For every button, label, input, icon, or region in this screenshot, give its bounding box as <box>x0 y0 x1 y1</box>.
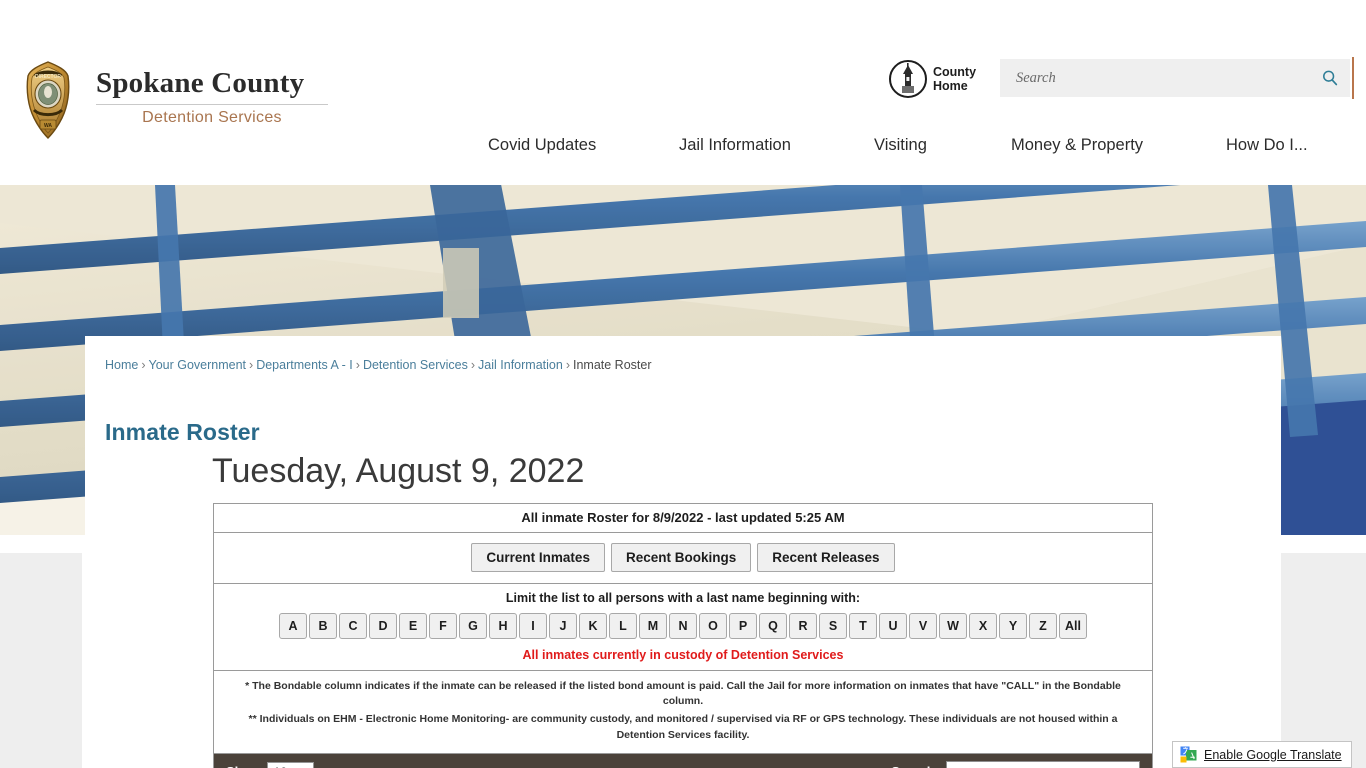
note-bondable: * The Bondable column indicates if the i… <box>245 680 1121 708</box>
page-root: DIRECTOR W A Spokane County Detention Ser… <box>0 0 1366 768</box>
letter-filter-q[interactable]: Q <box>759 613 787 639</box>
left-gutter <box>0 553 82 768</box>
page-length-select[interactable]: 102550100 <box>266 761 314 768</box>
letter-filter-label: Limit the list to all persons with a las… <box>505 591 861 605</box>
roster-controls-bar: Show 102550100 names Search: <box>214 753 1152 768</box>
page-title: Inmate Roster <box>105 419 260 446</box>
letter-filter-z[interactable]: Z <box>1029 613 1057 639</box>
enable-google-translate-label: Enable Google Translate <box>1204 747 1342 762</box>
nav-item-money-property[interactable]: Money & Property <box>1011 128 1143 162</box>
roster-title: All inmate Roster for 8/9/2022 - last up… <box>521 510 845 525</box>
site-search <box>1000 59 1350 97</box>
breadcrumb-separator: › <box>470 358 476 372</box>
breadcrumb-item-departments-a-i[interactable]: Departments A - I <box>256 358 353 372</box>
search-icon <box>1323 70 1338 86</box>
breadcrumb-separator: › <box>249 358 254 372</box>
table-search-control: Search: <box>891 760 1140 768</box>
letter-filter-h[interactable]: H <box>489 613 517 639</box>
breadcrumb-item-current: Inmate Roster <box>572 358 652 372</box>
custody-notice: All inmates currently in custody of Dete… <box>522 648 844 662</box>
brand-text-block: Spokane County Detention Services <box>96 60 328 127</box>
letter-filter-w[interactable]: W <box>939 613 967 639</box>
county-home-link[interactable]: County Home <box>889 60 976 98</box>
breadcrumb-separator: › <box>141 358 146 372</box>
breadcrumb-separator: › <box>355 358 360 372</box>
letter-filter-n[interactable]: N <box>669 613 697 639</box>
letter-filter-j[interactable]: J <box>549 613 577 639</box>
letter-filter-c[interactable]: C <box>339 613 367 639</box>
enable-google-translate-button[interactable]: Enable Google Translate <box>1172 741 1352 768</box>
letter-filter-r[interactable]: R <box>789 613 817 639</box>
breadcrumb-item-your-government[interactable]: Your Government <box>149 358 247 372</box>
letter-filter-buttons: A B C D E F G H I J K L M N O P Q R S T U V W X Y Z All <box>218 613 1148 639</box>
main-navigation: Covid Updates Jail Information Visiting … <box>0 128 1366 168</box>
letter-filter-e[interactable]: E <box>399 613 427 639</box>
letter-filter-k[interactable]: K <box>579 613 607 639</box>
letter-filter-all[interactable]: All <box>1059 613 1087 639</box>
site-header: DIRECTOR WA Spokane County Detention Ser… <box>0 0 1366 185</box>
nav-item-visiting[interactable]: Visiting <box>874 128 927 162</box>
header-accent-divider <box>1352 57 1354 99</box>
letter-filter-p[interactable]: P <box>729 613 757 639</box>
letter-filter-g[interactable]: G <box>459 613 487 639</box>
google-translate-icon <box>1180 746 1197 763</box>
brand-title: Spokane County <box>96 67 305 99</box>
letter-filter-l[interactable]: L <box>609 613 637 639</box>
letter-filter-v[interactable]: V <box>909 613 937 639</box>
county-home-line1: County <box>933 65 977 79</box>
letter-filter-y[interactable]: Y <box>999 613 1027 639</box>
search-input[interactable] <box>1000 69 1310 87</box>
letter-filter-x[interactable]: X <box>969 613 997 639</box>
county-home-label: County Home <box>933 65 976 93</box>
content-panel: Home › Your Government › Departments A - I › D… <box>85 336 1281 768</box>
roster-notes-row: * The Bondable column indicates if the i… <box>214 671 1152 754</box>
letter-filter-o[interactable]: O <box>699 613 727 639</box>
show-suffix-label: names <box>320 764 361 768</box>
search-submit-button[interactable] <box>1310 59 1350 97</box>
table-search-input[interactable] <box>946 760 1140 768</box>
page-length-control: Show 102550100 names <box>226 761 361 768</box>
note-ehm: ** Individuals on EHM - Electronic Home … <box>248 713 1118 741</box>
roster-title-row: All inmate Roster for 8/9/2022 - last up… <box>214 504 1152 533</box>
letter-filter-t[interactable]: T <box>849 613 877 639</box>
breadcrumb-item-jail-information[interactable]: Jail Information <box>478 358 563 372</box>
tab-recent-releases[interactable]: Recent Releases <box>757 543 895 572</box>
letter-filter-b[interactable]: B <box>309 613 337 639</box>
breadcrumb-item-detention-services[interactable]: Detention Services <box>363 358 468 372</box>
brand-divider <box>96 104 328 106</box>
breadcrumb-item-home[interactable]: Home <box>105 358 138 372</box>
roster-date-heading: Tuesday, August 9, 2022 <box>212 452 585 490</box>
letter-filter-d[interactable]: D <box>369 613 397 639</box>
letter-filter-m[interactable]: M <box>639 613 667 639</box>
roster-panel: All inmate Roster for 8/9/2022 - last up… <box>213 503 1153 768</box>
courthouse-icon <box>889 60 927 98</box>
brand-subtitle: Detention Services <box>142 109 282 127</box>
county-home-line2: Home <box>933 79 968 93</box>
letter-filter-f[interactable]: F <box>429 613 457 639</box>
letter-filter-s[interactable]: S <box>819 613 847 639</box>
breadcrumb: Home › Your Government › Departments A - I › D… <box>105 358 652 372</box>
nav-item-how-do-i[interactable]: How Do I... <box>1226 128 1308 162</box>
tab-recent-bookings[interactable]: Recent Bookings <box>610 543 752 572</box>
table-search-label: Search: <box>891 764 939 768</box>
breadcrumb-separator: › <box>565 358 570 372</box>
show-prefix-label: Show <box>226 764 261 768</box>
nav-item-jail-information[interactable]: Jail Information <box>679 128 791 162</box>
roster-letter-filter-row: Limit the list to all persons with a las… <box>214 584 1152 671</box>
letter-filter-i[interactable]: I <box>519 613 547 639</box>
tab-current-inmates[interactable]: Current Inmates <box>471 543 605 572</box>
roster-tabs-row: Current Inmates Recent Bookings Recent Rel… <box>214 533 1152 584</box>
svg-text:DIRECTOR: DIRECTOR <box>35 74 61 80</box>
nav-item-covid-updates[interactable]: Covid Updates <box>488 128 596 162</box>
letter-filter-a[interactable]: A <box>279 613 307 639</box>
right-gutter <box>1281 553 1366 768</box>
letter-filter-u[interactable]: U <box>879 613 907 639</box>
